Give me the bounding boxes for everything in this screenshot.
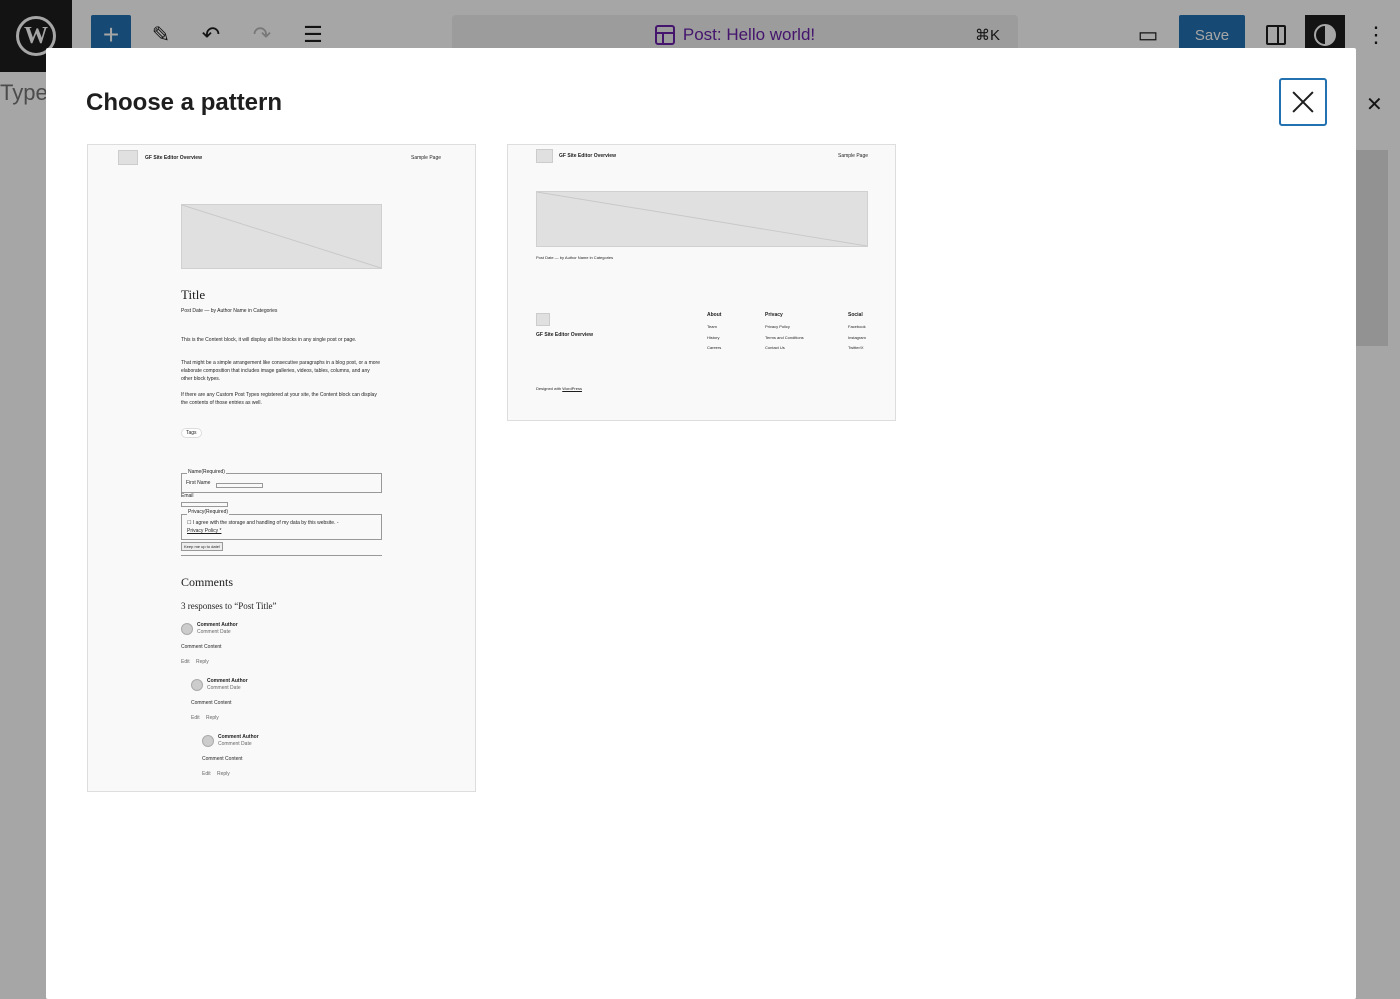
comment-date: Comment Date	[207, 685, 241, 691]
footer-link: Instagram	[848, 335, 866, 340]
wordpress-link: WordPress	[562, 386, 582, 391]
footer-link: Careers	[707, 345, 722, 350]
content-paragraph: That might be a simple arrangement like …	[181, 360, 380, 382]
comment-content: Comment Content	[191, 700, 232, 706]
first-name-label: First Name	[186, 480, 211, 486]
name-legend: Name(Required)	[187, 469, 226, 476]
privacy-fieldset	[181, 514, 382, 540]
comment-content: Comment Content	[181, 644, 222, 650]
content-paragraph: If there are any Custom Post Types regis…	[181, 392, 377, 406]
privacy-legend: Privacy(Required)	[187, 509, 230, 516]
footer-link: Facebook	[848, 324, 866, 329]
tags-pill: Tags	[181, 428, 202, 438]
footer-link: Privacy Policy	[765, 324, 790, 329]
comment-edit-link: Edit	[202, 771, 211, 777]
name-fieldset	[181, 473, 382, 493]
pattern-preview-footer[interactable]: GF Site Editor Overview Sample Page Post…	[507, 144, 896, 421]
comment-date: Comment Date	[218, 741, 252, 747]
pattern-preview-single[interactable]: GF Site Editor Overview Sample Page Titl…	[87, 144, 476, 792]
post-meta: Post Date — by Author Name in Categories	[181, 308, 278, 314]
modal-title: Choose a pattern	[86, 89, 283, 116]
comments-heading: Comments	[181, 575, 234, 589]
privacy-policy-link: Privacy Policy *	[187, 528, 222, 534]
email-label: Email	[181, 493, 194, 499]
content-paragraph: This is the Content block, it will displ…	[181, 337, 357, 343]
footer-link: Twitter/X	[848, 345, 864, 350]
comment-author: Comment Author	[218, 734, 259, 740]
comments-count: 3 responses to “Post Title”	[181, 601, 277, 611]
comment-author: Comment Author	[197, 622, 238, 628]
comment-date: Comment Date	[197, 629, 231, 635]
footer-column-heading: About	[707, 312, 722, 318]
comment-reply-link: Reply	[217, 771, 230, 777]
form-submit-button: Keep me up to date!	[181, 542, 224, 551]
footer-link: Team	[707, 324, 717, 329]
comment-reply-link: Reply	[206, 715, 219, 721]
post-meta: Post Date — by Author Name in Categories	[536, 255, 614, 260]
comment-edit-link: Edit	[191, 715, 200, 721]
footer-site-title: GF Site Editor Overview	[536, 332, 593, 338]
close-button[interactable]	[1279, 78, 1327, 126]
post-title: Title	[181, 287, 206, 302]
footer-column-heading: Privacy	[765, 312, 783, 318]
site-logo-placeholder	[118, 150, 138, 165]
featured-image-placeholder	[536, 191, 868, 247]
designed-with-text: Designed with WordPress	[536, 386, 582, 392]
site-logo-placeholder	[536, 149, 553, 163]
site-title: GF Site Editor Overview	[559, 153, 616, 159]
footer-link: History	[707, 335, 720, 340]
footer-link: Contact Us	[765, 345, 785, 350]
comment-content: Comment Content	[202, 756, 243, 762]
comment-avatar	[202, 735, 214, 747]
nav-link: Sample Page	[838, 153, 869, 159]
comment-avatar	[191, 679, 203, 691]
footer-logo-placeholder	[536, 313, 550, 326]
close-icon	[1291, 90, 1315, 114]
footer-column-heading: Social	[848, 312, 863, 318]
pattern-modal: Choose a pattern GF Site Editor Overview…	[46, 48, 1356, 999]
comment-author: Comment Author	[207, 678, 248, 684]
separator	[181, 555, 382, 556]
comment-reply-link: Reply	[196, 659, 209, 665]
comment-avatar	[181, 623, 193, 635]
privacy-consent-text: ☐ I agree with the storage and handling …	[187, 520, 339, 526]
first-name-input	[216, 483, 263, 488]
footer-link: Terms and Conditions	[765, 335, 804, 340]
site-title: GF Site Editor Overview	[145, 155, 202, 161]
designed-with-label: Designed with	[536, 386, 562, 391]
nav-link: Sample Page	[411, 155, 442, 161]
featured-image-placeholder	[181, 204, 382, 269]
email-input	[181, 502, 228, 507]
comment-edit-link: Edit	[181, 659, 190, 665]
